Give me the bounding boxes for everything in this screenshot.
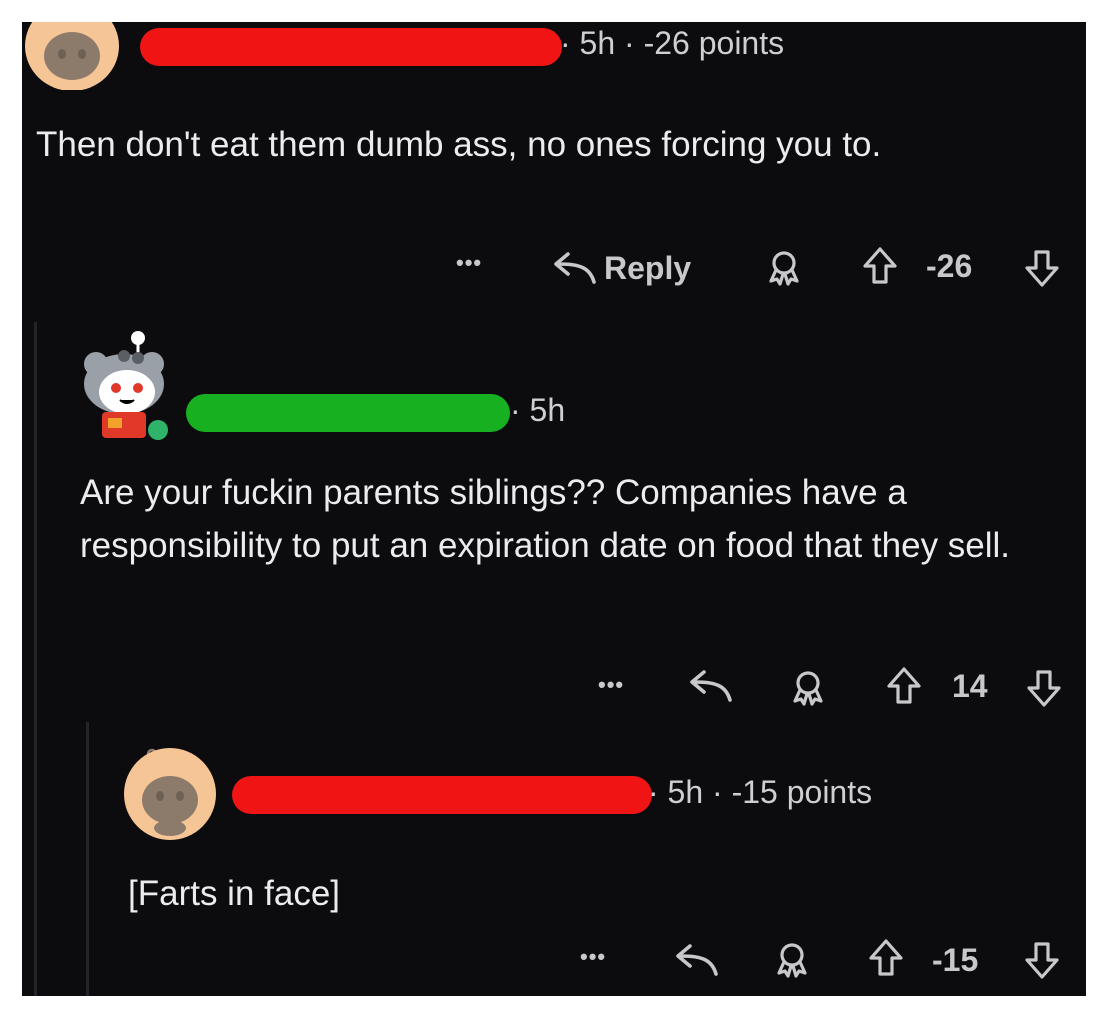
more-options-button[interactable]: •••: [598, 672, 624, 698]
comment-actions: ••• -15: [22, 938, 1086, 990]
comment-nested-reply: · 5h · -15 points [Farts in face] ••• -1…: [22, 722, 1086, 996]
comment: · 5h · -26 points Then don't eat them du…: [22, 22, 1086, 322]
reply-label: Reply: [604, 249, 692, 286]
comment-text: Are your fuckin parents siblings?? Compa…: [80, 473, 1011, 565]
vote-score: -26: [926, 248, 973, 284]
comment-reply: · 5h Are your fuckin parents siblings?? …: [22, 322, 1086, 722]
vote-score: -15: [932, 942, 979, 978]
reply-arrow-icon: [550, 250, 596, 286]
comment-actions: ••• 14: [22, 666, 1086, 718]
avatar[interactable]: [72, 326, 182, 454]
reply-arrow-icon[interactable]: [686, 668, 732, 704]
screenshot-frame: · 5h · -26 points Then don't eat them du…: [22, 22, 1086, 996]
reply-arrow-icon[interactable]: [672, 942, 718, 978]
comment-meta: · 5h: [510, 392, 566, 428]
upvote-arrow-icon[interactable]: [862, 246, 898, 286]
upvote-arrow-icon[interactable]: [886, 666, 922, 706]
award-icon[interactable]: [788, 668, 828, 708]
online-indicator-icon: [148, 420, 168, 440]
username-redacted[interactable]: [140, 28, 562, 66]
comment-actions: ••• Reply -26: [22, 244, 1086, 294]
comment-text: [Farts in face]: [128, 874, 341, 913]
downvote-arrow-icon[interactable]: [1026, 668, 1062, 708]
award-icon[interactable]: [764, 248, 804, 288]
more-options-button[interactable]: •••: [580, 944, 606, 970]
downvote-arrow-icon[interactable]: [1024, 248, 1060, 288]
downvote-arrow-icon[interactable]: [1024, 940, 1060, 980]
vote-score: 14: [952, 668, 988, 704]
award-icon[interactable]: [772, 940, 812, 980]
avatar[interactable]: [22, 22, 122, 90]
more-options-button[interactable]: •••: [456, 250, 482, 276]
username-redacted[interactable]: [232, 776, 652, 814]
comment-text: Then don't eat them dumb ass, no ones fo…: [36, 125, 882, 164]
reply-button[interactable]: Reply: [550, 246, 691, 290]
comment-meta: · 5h · -26 points: [560, 25, 785, 61]
comment-meta: · 5h · -15 points: [648, 774, 873, 810]
upvote-arrow-icon[interactable]: [868, 938, 904, 978]
avatar[interactable]: [120, 744, 220, 842]
username-redacted[interactable]: [186, 394, 510, 432]
